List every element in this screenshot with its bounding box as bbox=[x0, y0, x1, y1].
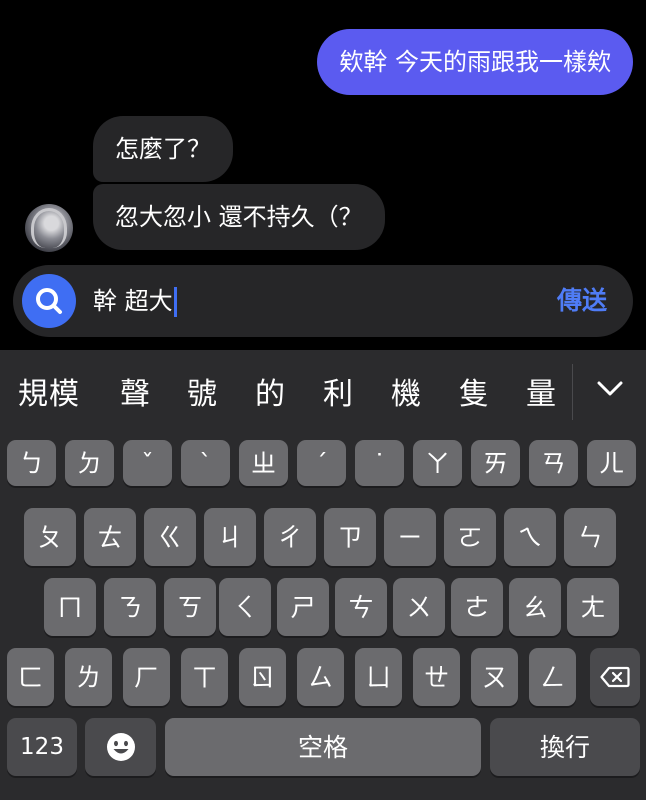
key[interactable]: ㄧ bbox=[384, 508, 436, 566]
key[interactable]: ㄞ bbox=[471, 440, 520, 486]
message-composer[interactable]: 幹 超大 傳送 bbox=[13, 265, 633, 337]
key[interactable]: ㄨ bbox=[393, 578, 445, 636]
key[interactable]: ㄜ bbox=[451, 578, 503, 636]
candidate[interactable]: 機 bbox=[391, 350, 422, 436]
key[interactable]: ㄕ bbox=[277, 578, 329, 636]
key[interactable]: ㄔ bbox=[264, 508, 316, 566]
key[interactable]: ㄡ bbox=[471, 648, 518, 706]
key[interactable]: ㄗ bbox=[324, 508, 376, 566]
key[interactable]: ㄋ bbox=[104, 578, 156, 636]
candidate[interactable]: 號 bbox=[187, 350, 218, 436]
key[interactable]: ㄇ bbox=[44, 578, 96, 636]
candidate[interactable]: 聲 bbox=[120, 350, 151, 436]
key[interactable]: ㄉ bbox=[65, 440, 114, 486]
candidate[interactable]: 隻 bbox=[459, 350, 490, 436]
key[interactable]: ㄤ bbox=[567, 578, 619, 636]
message-input-text: 幹 超大 bbox=[93, 287, 173, 315]
candidate-bar: 規模 聲 號 的 利 機 隻 量 bbox=[0, 350, 646, 436]
key[interactable]: ㄊ bbox=[84, 508, 136, 566]
search-icon bbox=[36, 288, 62, 314]
key[interactable]: ˙ bbox=[355, 440, 404, 486]
space-key[interactable]: 空格 bbox=[165, 718, 481, 776]
key[interactable]: ㄣ bbox=[564, 508, 616, 566]
key[interactable]: ㄒ bbox=[181, 648, 228, 706]
key[interactable]: ㄖ bbox=[239, 648, 286, 706]
key[interactable]: ㄘ bbox=[335, 578, 387, 636]
key[interactable]: ㄎ bbox=[164, 578, 216, 636]
backspace-icon bbox=[600, 666, 630, 688]
text-cursor bbox=[173, 287, 177, 317]
key[interactable]: ㄏ bbox=[123, 648, 170, 706]
incoming-message[interactable]: 忽大忽小 還不持久（？ bbox=[93, 184, 385, 250]
incoming-message[interactable]: 怎麼了？ bbox=[93, 116, 233, 182]
key[interactable]: ˊ bbox=[297, 440, 346, 486]
backspace-key[interactable] bbox=[590, 648, 640, 706]
key[interactable]: ㄌ bbox=[65, 648, 112, 706]
key[interactable]: ㄝ bbox=[413, 648, 460, 706]
key[interactable]: ㄩ bbox=[355, 648, 402, 706]
divider bbox=[572, 364, 573, 420]
key[interactable]: ㄑ bbox=[219, 578, 271, 636]
send-button[interactable]: 傳送 bbox=[557, 265, 607, 337]
numbers-key[interactable]: 123 bbox=[7, 718, 77, 776]
key[interactable]: ㄍ bbox=[144, 508, 196, 566]
chat-area: 欸幹 今天的雨跟我一樣欸 怎麼了？ 忽大忽小 還不持久（？ 幹 超大 傳送 bbox=[0, 0, 646, 350]
outgoing-message[interactable]: 欸幹 今天的雨跟我一樣欸 bbox=[317, 29, 633, 95]
key[interactable]: ㄢ bbox=[529, 440, 578, 486]
key[interactable]: ㄥ bbox=[529, 648, 576, 706]
message-input[interactable]: 幹 超大 bbox=[93, 265, 177, 337]
key[interactable]: ㄅ bbox=[7, 440, 56, 486]
keyboard: 規模 聲 號 的 利 機 隻 量 ㄅ ㄉ ˇ ˋ ㄓ ˊ ˙ ㄚ ㄞ ㄢ ㄦ ㄆ… bbox=[0, 350, 646, 800]
candidate[interactable]: 利 bbox=[323, 350, 354, 436]
search-button[interactable] bbox=[22, 274, 76, 328]
candidate[interactable]: 的 bbox=[255, 350, 286, 436]
emoji-icon bbox=[106, 733, 135, 761]
key[interactable]: ㄐ bbox=[204, 508, 256, 566]
key[interactable]: ㄚ bbox=[413, 440, 462, 486]
candidate[interactable]: 規模 bbox=[18, 350, 80, 436]
candidate[interactable]: 量 bbox=[526, 350, 557, 436]
key[interactable]: ㄦ bbox=[587, 440, 636, 486]
key[interactable]: ㄓ bbox=[239, 440, 288, 486]
key[interactable]: ㄈ bbox=[7, 648, 54, 706]
key[interactable]: ㄠ bbox=[509, 578, 561, 636]
key[interactable]: ㄛ bbox=[444, 508, 496, 566]
return-key[interactable]: 換行 bbox=[490, 718, 640, 776]
key[interactable]: ㄆ bbox=[24, 508, 76, 566]
key[interactable]: ㄟ bbox=[504, 508, 556, 566]
key[interactable]: ˇ bbox=[123, 440, 172, 486]
chevron-down-icon[interactable] bbox=[594, 372, 626, 404]
avatar[interactable] bbox=[25, 204, 73, 252]
key[interactable]: ˋ bbox=[181, 440, 230, 486]
key[interactable]: ㄙ bbox=[297, 648, 344, 706]
emoji-key[interactable] bbox=[85, 718, 156, 776]
